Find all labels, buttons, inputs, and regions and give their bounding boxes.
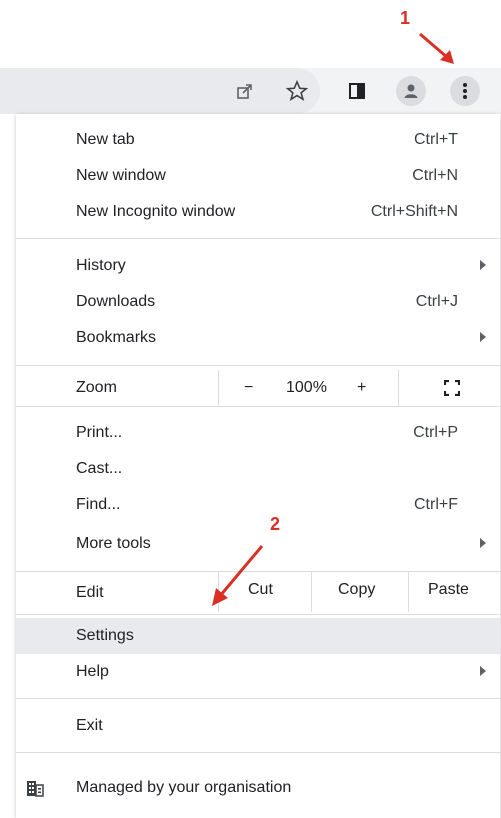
- menu-item-history[interactable]: History: [16, 248, 500, 284]
- profile-icon[interactable]: [396, 76, 426, 106]
- menu-item-label: Edit: [76, 584, 104, 601]
- menu-item-label: New window: [76, 167, 166, 184]
- shortcut-text: Ctrl+Shift+N: [370, 203, 458, 220]
- shortcut-text: Ctrl+J: [415, 293, 458, 310]
- annotation-number-2: 2: [270, 514, 281, 534]
- menu-item-zoom: Zoom − 100% +: [16, 370, 500, 406]
- edit-divider: [311, 572, 312, 612]
- zoom-divider: [218, 370, 219, 406]
- shortcut-text: Ctrl+N: [412, 167, 458, 184]
- submenu-arrow-icon: [480, 538, 486, 548]
- menu-item-bookmarks[interactable]: Bookmarks: [16, 320, 500, 356]
- menu-separator: [16, 406, 500, 407]
- menu-item-label: Zoom: [76, 379, 117, 396]
- menu-kebab-icon[interactable]: [450, 76, 480, 106]
- share-icon[interactable]: [230, 76, 260, 106]
- zoom-in-button[interactable]: +: [357, 379, 366, 397]
- submenu-arrow-icon: [480, 332, 486, 342]
- browser-toolbar: [0, 68, 501, 114]
- menu-item-print[interactable]: Print... Ctrl+P: [16, 415, 500, 451]
- menu-item-find[interactable]: Find... Ctrl+F: [16, 487, 500, 523]
- annotation-arrow-2: [212, 545, 264, 606]
- menu-item-new-tab[interactable]: New tab Ctrl+T: [16, 122, 500, 158]
- edit-divider: [408, 572, 409, 612]
- menu-item-label: New Incognito window: [76, 203, 236, 220]
- menu-item-new-incognito[interactable]: New Incognito window Ctrl+Shift+N: [16, 194, 500, 230]
- menu-item-label: Bookmarks: [76, 329, 157, 346]
- menu-item-label: Help: [76, 663, 109, 680]
- menu-item-label: More tools: [76, 535, 151, 552]
- menu-item-exit[interactable]: Exit: [16, 708, 500, 744]
- menu-item-new-window[interactable]: New window Ctrl+N: [16, 158, 500, 194]
- star-icon[interactable]: [282, 76, 312, 106]
- menu-separator: [16, 365, 500, 366]
- menu-item-label: Exit: [76, 717, 103, 734]
- menu-item-label: Downloads: [76, 293, 156, 310]
- menu-item-label: Print...: [76, 424, 123, 441]
- menu-separator: [16, 238, 500, 239]
- menu-item-label: Settings: [76, 627, 134, 644]
- menu-item-label: Find...: [76, 496, 121, 513]
- zoom-level: 100%: [286, 379, 327, 396]
- menu-item-label: New tab: [76, 131, 135, 148]
- chrome-main-menu: New tab Ctrl+T New window Ctrl+N New Inc…: [16, 114, 500, 818]
- copy-button[interactable]: Copy: [338, 581, 375, 599]
- shortcut-text: Ctrl+P: [413, 424, 458, 441]
- side-panel-icon[interactable]: [342, 76, 372, 106]
- menu-separator: [16, 752, 500, 753]
- shortcut-text: Ctrl+F: [414, 496, 458, 513]
- fullscreen-icon[interactable]: [443, 379, 461, 401]
- menu-separator: [16, 698, 500, 699]
- omnibox-end[interactable]: [0, 68, 320, 114]
- menu-item-label: History: [76, 257, 126, 274]
- zoom-out-button[interactable]: −: [244, 379, 253, 397]
- shortcut-text: Ctrl+T: [414, 131, 458, 148]
- building-icon: [26, 779, 44, 802]
- menu-item-cast[interactable]: Cast...: [16, 451, 500, 487]
- menu-item-label: Managed by your organisation: [76, 779, 292, 796]
- menu-item-label: Cast...: [76, 460, 123, 477]
- annotation-arrow-1: [419, 32, 454, 64]
- menu-item-help[interactable]: Help: [16, 654, 500, 690]
- menu-item-settings[interactable]: Settings: [16, 618, 500, 654]
- zoom-divider: [398, 370, 399, 406]
- submenu-arrow-icon: [480, 260, 486, 270]
- paste-button[interactable]: Paste: [428, 581, 469, 599]
- menu-item-managed[interactable]: Managed by your organisation: [16, 770, 500, 806]
- submenu-arrow-icon: [480, 666, 486, 676]
- menu-item-downloads[interactable]: Downloads Ctrl+J: [16, 284, 500, 320]
- annotation-number-1: 1: [400, 8, 411, 28]
